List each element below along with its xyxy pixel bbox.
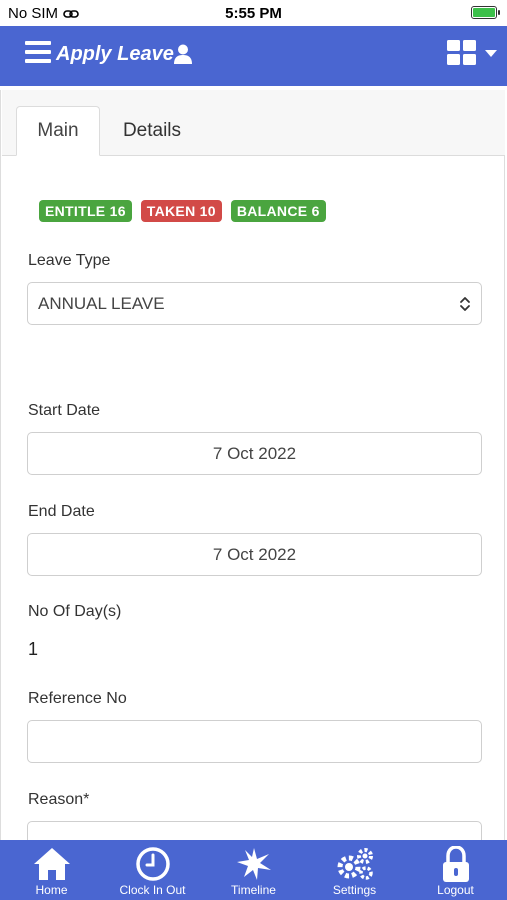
nav-clock-label: Clock In Out	[119, 883, 186, 897]
nav-timeline[interactable]: Timeline	[203, 840, 304, 900]
chevron-down-icon[interactable]	[485, 50, 497, 58]
user-icon	[174, 44, 192, 64]
taken-badge: TAKEN 10	[140, 200, 222, 222]
leave-type-value: ANNUAL LEAVE	[38, 293, 165, 313]
entitle-badge: ENTITLE 16	[39, 200, 132, 222]
end-date-field[interactable]: 7 Oct 2022	[27, 533, 482, 576]
leave-type-label: Leave Type	[28, 252, 111, 269]
leave-summary-badges: ENTITLE 16 TAKEN 10 BALANCE 6	[39, 200, 326, 222]
reason-label: Reason*	[28, 791, 90, 808]
balance-badge: BALANCE 6	[230, 200, 326, 222]
end-date-value: 7 Oct 2022	[212, 544, 297, 564]
nav-logout[interactable]: Logout	[405, 840, 506, 900]
nav-timeline-label: Timeline	[231, 883, 276, 897]
main-content: Main Details ENTITLE 16 TAKEN 10 BALANCE…	[0, 86, 507, 840]
page-title: Apply Leave	[56, 43, 174, 65]
reference-label: Reference No	[28, 690, 127, 707]
select-arrows-icon	[460, 296, 470, 311]
end-date-label: End Date	[28, 503, 95, 520]
nav-home-label: Home	[35, 883, 68, 897]
status-bar: No SIM 5:55 PM	[0, 0, 507, 26]
lock-icon	[442, 846, 469, 882]
start-date-field[interactable]: 7 Oct 2022	[27, 432, 482, 475]
home-icon	[33, 848, 70, 880]
clock-icon	[135, 847, 170, 881]
nav-settings-label: Settings	[332, 883, 377, 897]
nav-home[interactable]: Home	[1, 840, 102, 900]
tabs-bar: Main Details	[2, 90, 505, 156]
start-date-label: Start Date	[28, 402, 101, 419]
start-date-value: 7 Oct 2022	[212, 443, 297, 463]
nav-clock-in-out[interactable]: Clock In Out	[102, 840, 203, 900]
reason-input[interactable]	[27, 821, 482, 840]
reference-input[interactable]	[27, 720, 482, 763]
timeline-icon	[236, 848, 271, 880]
days-label: No Of Day(s)	[28, 603, 122, 620]
leave-type-select[interactable]: ANNUAL LEAVE	[27, 282, 482, 325]
clock-time: 5:55 PM	[225, 5, 282, 22]
nav-settings[interactable]: Settings	[304, 840, 405, 900]
gears-icon	[337, 848, 373, 880]
nav-logout-label: Logout	[437, 883, 474, 897]
battery-icon	[471, 6, 500, 19]
tab-main[interactable]: Main	[16, 106, 100, 156]
apps-grid-icon[interactable]	[447, 40, 477, 66]
bottom-nav: Home Clock In Out Timeline Settings Logo…	[0, 840, 507, 900]
leave-form-card: Main Details ENTITLE 16 TAKEN 10 BALANCE…	[0, 90, 505, 840]
days-value: 1	[28, 639, 39, 659]
tab-details[interactable]: Details	[110, 106, 194, 156]
menu-icon[interactable]	[25, 41, 51, 65]
app-header: Apply Leave	[0, 26, 507, 86]
